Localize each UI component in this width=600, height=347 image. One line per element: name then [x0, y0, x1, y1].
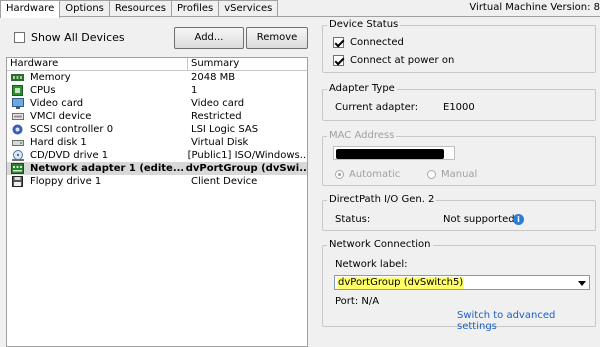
- hardware-summary: dvPortGroup (dvSwi...: [185, 162, 307, 174]
- automatic-label: Automatic: [349, 169, 401, 180]
- remove-button[interactable]: Remove: [246, 27, 308, 49]
- network-label-caption: Network label:: [335, 259, 408, 270]
- port-text: Port: N/A: [335, 296, 380, 307]
- cd-icon: [11, 150, 24, 161]
- hardware-name: Hard disk 1: [30, 136, 87, 148]
- current-adapter-value: E1000: [443, 102, 475, 113]
- show-all-checkbox[interactable]: [14, 32, 25, 43]
- hardware-name: CD/DVD drive 1: [30, 149, 109, 161]
- redaction-bar: [336, 149, 444, 159]
- hardware-name: Video card: [30, 97, 84, 109]
- hardware-summary: Restricted: [191, 110, 242, 122]
- hardware-name: Floppy drive 1: [30, 175, 102, 187]
- disk-icon: [11, 137, 24, 148]
- mac-address-group: MAC Address Automatic Manual: [322, 130, 596, 186]
- hardware-summary: 1: [191, 84, 198, 96]
- device-status-title: Device Status: [327, 19, 401, 31]
- network-icon: [11, 163, 24, 174]
- device-icon: [11, 111, 24, 122]
- hardware-name: Network adapter 1 (edite...: [30, 162, 183, 174]
- connected-checkbox[interactable]: [333, 37, 344, 48]
- power-on-checkbox[interactable]: [333, 55, 344, 66]
- chevron-down-icon[interactable]: [578, 281, 586, 286]
- directpath-title: DirectPath I/O Gen. 2: [327, 194, 437, 206]
- table-row[interactable]: CPUs 1: [7, 84, 307, 97]
- power-on-option[interactable]: Connect at power on: [333, 55, 454, 66]
- floppy-icon: [11, 176, 24, 187]
- hardware-summary: Client Device: [191, 175, 258, 187]
- directpath-status-value: Not supported: [443, 214, 515, 225]
- vm-version-label: Virtual Machine Version: 8: [469, 2, 600, 13]
- hardware-summary: [Public1] ISO/Windows...: [187, 149, 307, 161]
- current-adapter-label: Current adapter:: [335, 102, 419, 113]
- adapter-type-group: Adapter Type Current adapter: E1000: [322, 83, 596, 121]
- tab-vservices[interactable]: vServices: [218, 0, 279, 17]
- adapter-type-title: Adapter Type: [327, 83, 397, 95]
- show-all-devices[interactable]: Show All Devices: [14, 31, 125, 44]
- table-row[interactable]: Hard disk 1 Virtual Disk: [7, 136, 307, 149]
- automatic-radio[interactable]: [335, 170, 344, 179]
- directpath-group: DirectPath I/O Gen. 2 Status: Not suppor…: [322, 194, 596, 231]
- controller-icon: [11, 124, 24, 135]
- tab-hardware[interactable]: Hardware: [0, 0, 61, 18]
- monitor-icon: [11, 98, 24, 109]
- table-row[interactable]: CD/DVD drive 1 [Public1] ISO/Windows...: [7, 149, 307, 162]
- mac-address-field[interactable]: [333, 146, 455, 160]
- add-button[interactable]: Add...: [174, 27, 244, 49]
- memory-icon: [11, 72, 24, 83]
- manual-option[interactable]: Manual: [427, 169, 477, 180]
- table-row[interactable]: Network adapter 1 (edite... dvPortGroup …: [7, 162, 307, 175]
- hardware-name: SCSI controller 0: [30, 123, 114, 135]
- connected-label: Connected: [350, 37, 404, 48]
- table-row[interactable]: Memory 2048 MB: [7, 71, 307, 84]
- table-row[interactable]: SCSI controller 0 LSI Logic SAS: [7, 123, 307, 136]
- automatic-option[interactable]: Automatic: [335, 169, 400, 180]
- manual-radio[interactable]: [427, 170, 436, 179]
- network-connection-title: Network Connection: [327, 239, 433, 251]
- cpu-icon: [11, 85, 24, 96]
- device-status-group: Device Status Connected Connect at power…: [322, 19, 596, 73]
- directpath-status-label: Status:: [335, 214, 371, 225]
- tab-profiles[interactable]: Profiles: [170, 0, 220, 17]
- tab-bar: Hardware Options Resources Profiles vSer…: [0, 0, 279, 18]
- hardware-name: VMCI device: [30, 110, 92, 122]
- hardware-summary: Virtual Disk: [191, 136, 249, 148]
- tab-divider: [0, 16, 600, 17]
- hardware-summary: 2048 MB: [191, 71, 236, 83]
- table-header: Hardware Summary: [7, 58, 307, 71]
- hardware-name: Memory: [30, 71, 71, 83]
- hardware-summary: Video card: [191, 97, 245, 109]
- connected-option[interactable]: Connected: [333, 37, 404, 48]
- mac-address-title: MAC Address: [327, 130, 397, 142]
- network-label-select[interactable]: dvPortGroup (dvSwitch5): [334, 275, 590, 290]
- tab-resources[interactable]: Resources: [108, 0, 172, 17]
- show-all-label: Show All Devices: [31, 31, 125, 44]
- table-row[interactable]: VMCI device Restricted: [7, 110, 307, 123]
- column-header-hardware[interactable]: Hardware: [7, 58, 188, 70]
- power-on-label: Connect at power on: [350, 55, 455, 66]
- hardware-summary: LSI Logic SAS: [191, 123, 259, 135]
- hardware-table: Hardware Summary Memory 2048 MB CPUs 1 V…: [6, 57, 308, 347]
- table-row[interactable]: Floppy drive 1 Client Device: [7, 175, 307, 188]
- info-icon[interactable]: i: [513, 214, 524, 225]
- network-label-value: dvPortGroup (dvSwitch5): [337, 277, 465, 289]
- table-row[interactable]: Video card Video card: [7, 97, 307, 110]
- hardware-name: CPUs: [30, 84, 56, 96]
- manual-label: Manual: [441, 169, 478, 180]
- advanced-settings-link[interactable]: Switch to advanced settings: [457, 310, 595, 332]
- tab-options[interactable]: Options: [59, 0, 110, 17]
- column-header-summary[interactable]: Summary: [188, 58, 239, 70]
